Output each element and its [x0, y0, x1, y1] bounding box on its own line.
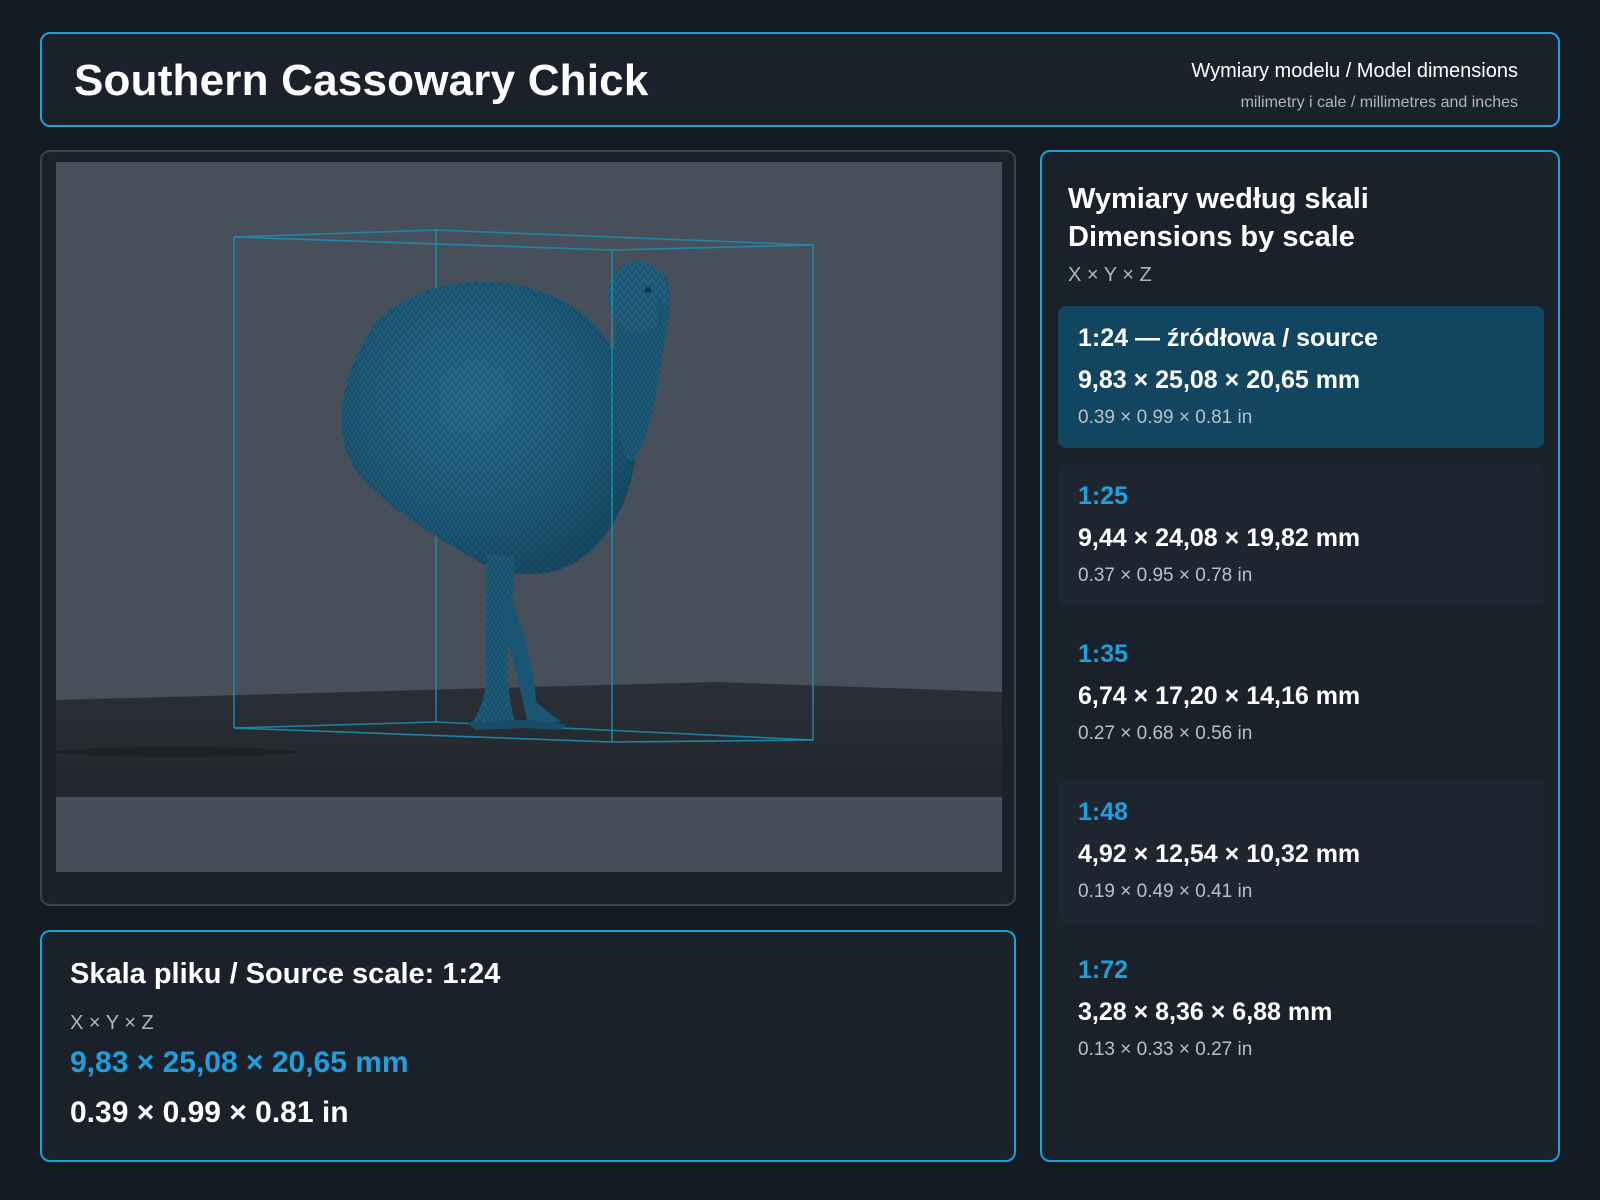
- model-render: [56, 162, 1002, 872]
- scale-dimensions-in: 0.39 × 0.99 × 0.81 in: [1078, 407, 1253, 428]
- header-subtitle: Wymiary modelu / Model dimensions: [1191, 60, 1518, 82]
- scale-dimensions-mm: 4,92 × 12,54 × 10,32 mm: [1078, 840, 1361, 868]
- scale-panel-title: Wymiary według skali Dimensions by scale: [1068, 180, 1369, 256]
- source-scale-title: Skala pliku / Source scale: 1:24: [70, 958, 501, 990]
- scale-card-1-24[interactable]: 1:24 — źródłowa / source 9,83 × 25,08 × …: [1058, 306, 1544, 448]
- scale-dimensions-mm: 9,83 × 25,08 × 20,65 mm: [1078, 366, 1361, 394]
- scale-card-1-72[interactable]: 1:72 3,28 × 8,36 × 6,88 mm 0.13 × 0.33 ×…: [1058, 938, 1544, 1080]
- model-viewer[interactable]: [40, 150, 1016, 906]
- scale-label: 1:24 — źródłowa / source: [1078, 324, 1379, 352]
- header-bar: Southern Cassowary Chick Wymiary modelu …: [40, 32, 1560, 127]
- scale-label: 1:48: [1078, 798, 1129, 826]
- scale-dimensions-in: 0.13 × 0.33 × 0.27 in: [1078, 1039, 1253, 1060]
- scale-dimensions-in: 0.27 × 0.68 × 0.56 in: [1078, 723, 1253, 744]
- scale-dimensions-in: 0.19 × 0.49 × 0.41 in: [1078, 881, 1253, 902]
- source-scale-panel: Skala pliku / Source scale: 1:24 X × Y ×…: [40, 930, 1016, 1162]
- scale-panel-title-pl: Wymiary według skali: [1068, 183, 1369, 215]
- shadow: [56, 747, 296, 757]
- scale-card-1-35[interactable]: 1:35 6,74 × 17,20 × 14,16 mm 0.27 × 0.68…: [1058, 622, 1544, 764]
- scale-panel-title-en: Dimensions by scale: [1068, 221, 1355, 253]
- model-viewport[interactable]: [56, 162, 1002, 872]
- scale-dimensions-panel: Wymiary według skali Dimensions by scale…: [1040, 150, 1560, 1162]
- scale-card-1-25[interactable]: 1:25 9,44 × 24,08 × 19,82 mm 0.37 × 0.95…: [1058, 464, 1544, 606]
- scale-dimensions-mm: 3,28 × 8,36 × 6,88 mm: [1078, 998, 1333, 1026]
- scale-dimensions-in: 0.37 × 0.95 × 0.78 in: [1078, 565, 1253, 586]
- scale-label: 1:35: [1078, 640, 1129, 668]
- scale-list: 1:24 — źródłowa / source 9,83 × 25,08 × …: [1058, 306, 1544, 1096]
- scale-label: 1:72: [1078, 956, 1129, 984]
- page-title: Southern Cassowary Chick: [74, 56, 649, 105]
- scale-dimensions-mm: 6,74 × 17,20 × 14,16 mm: [1078, 682, 1361, 710]
- ground-front: [56, 797, 1002, 872]
- scale-label: 1:25: [1078, 482, 1129, 510]
- header-units-note: milimetry i cale / millimetres and inche…: [1240, 94, 1518, 111]
- source-axes-label: X × Y × Z: [70, 1012, 154, 1034]
- source-dimensions-mm: 9,83 × 25,08 × 20,65 mm: [70, 1046, 409, 1079]
- source-dimensions-in: 0.39 × 0.99 × 0.81 in: [70, 1096, 349, 1129]
- scale-card-1-48[interactable]: 1:48 4,92 × 12,54 × 10,32 mm 0.19 × 0.49…: [1058, 780, 1544, 922]
- scale-dimensions-mm: 9,44 × 24,08 × 19,82 mm: [1078, 524, 1361, 552]
- scale-axes-label: X × Y × Z: [1068, 264, 1152, 286]
